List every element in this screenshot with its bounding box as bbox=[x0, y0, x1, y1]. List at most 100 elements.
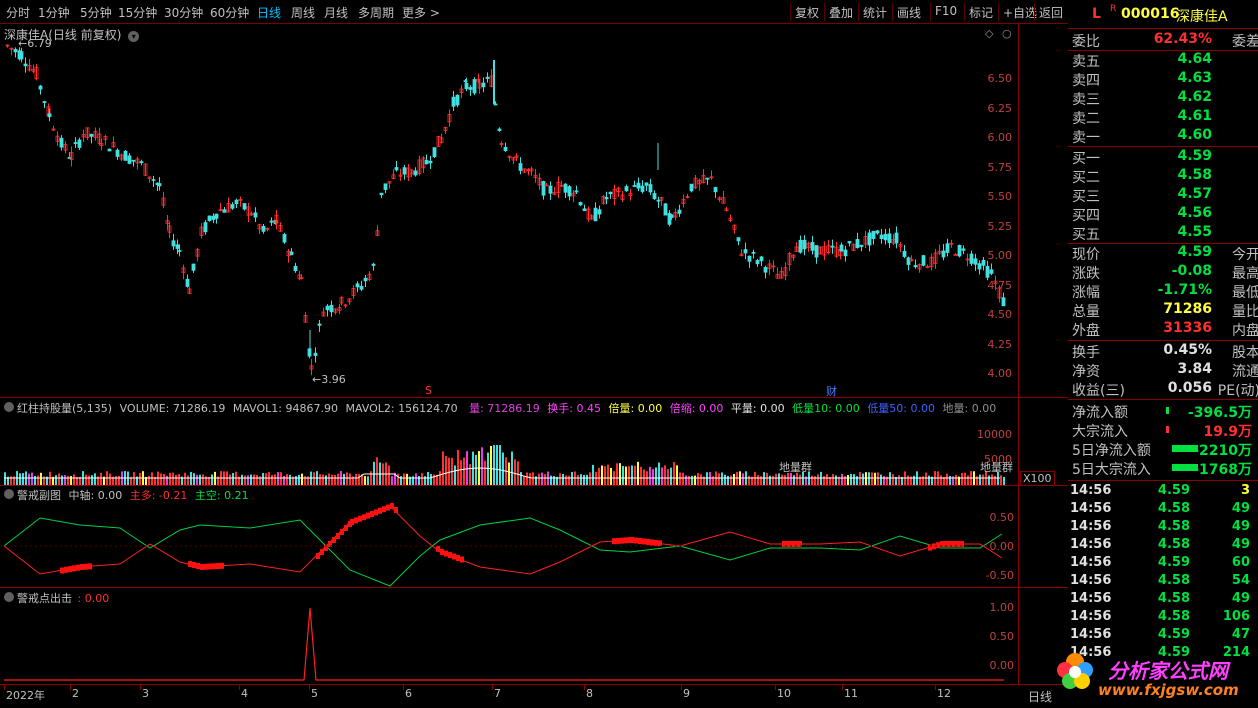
volume-bar bbox=[583, 474, 585, 485]
candle-body bbox=[894, 232, 899, 244]
zhuduo-block bbox=[646, 538, 650, 545]
volume-bar bbox=[832, 474, 834, 485]
mavol1-value: MAVOL1: 94867.90 bbox=[232, 402, 338, 415]
sub1-tick-0.5: 0.50 bbox=[989, 511, 1015, 524]
candle-body bbox=[503, 146, 508, 152]
zhuduo-block bbox=[220, 562, 224, 569]
candle-body bbox=[644, 182, 649, 186]
zhuduo-block bbox=[344, 525, 348, 531]
row-label: 换手 bbox=[1072, 345, 1100, 361]
watermark-flower-logo bbox=[1050, 640, 1100, 700]
volume-bar bbox=[664, 465, 666, 485]
volume-bar bbox=[328, 473, 330, 485]
x-axis-tick bbox=[775, 685, 776, 690]
tick-price: 4.58 bbox=[1157, 573, 1190, 588]
volume-bar bbox=[91, 475, 93, 485]
back-button[interactable]: 返回 bbox=[1034, 3, 1067, 21]
zhuduo-block bbox=[382, 506, 386, 513]
zhukong-line bbox=[3, 517, 1003, 587]
candle-body bbox=[455, 94, 460, 106]
divider bbox=[1068, 480, 1258, 481]
candle-body bbox=[656, 199, 661, 202]
stat-row: 现价 4.59 今开 bbox=[1072, 244, 1258, 263]
volume-bar bbox=[28, 473, 30, 485]
tick-volume: 49 bbox=[1231, 501, 1250, 516]
volume-bar bbox=[493, 445, 495, 485]
volume-bar bbox=[283, 476, 285, 485]
candle-body bbox=[567, 186, 572, 197]
volume-bar bbox=[781, 474, 783, 485]
zhuduo-block bbox=[394, 507, 398, 513]
row-value: 4.63 bbox=[1177, 70, 1212, 86]
candle-body bbox=[413, 170, 418, 176]
row-label: 涨跌 bbox=[1072, 266, 1100, 282]
volume-bar bbox=[247, 475, 249, 485]
tick-price: 4.58 bbox=[1157, 591, 1190, 606]
stock-name: 深康佳A bbox=[1176, 9, 1228, 25]
candle-body bbox=[578, 202, 583, 206]
weicha-label: 委差 bbox=[1232, 34, 1258, 50]
bid-row: 买五 4.55 bbox=[1072, 224, 1252, 243]
stat-row: 总量 71286 量比 bbox=[1072, 301, 1258, 320]
volume-bar bbox=[400, 476, 402, 485]
gear-icon[interactable] bbox=[4, 402, 14, 412]
zhukong-value: 主空: 0.21 bbox=[194, 489, 249, 502]
candle-body bbox=[424, 160, 429, 165]
volume-bar bbox=[274, 474, 276, 485]
flow-value: -2210万 bbox=[1193, 443, 1252, 459]
volume-bar bbox=[364, 476, 366, 485]
stat-row: 涨跌 -0.08 最高 bbox=[1072, 263, 1258, 282]
candle-body bbox=[203, 222, 208, 233]
row-label: 现价 bbox=[1072, 247, 1100, 263]
s-marker: S bbox=[425, 384, 432, 397]
volume-bar bbox=[148, 475, 150, 485]
x-axis-tick bbox=[70, 685, 71, 690]
volume-bar bbox=[754, 472, 756, 485]
volume-bar bbox=[874, 472, 876, 485]
volume-bar bbox=[553, 476, 555, 485]
volume-title: 红柱持股量(5,135) bbox=[17, 402, 113, 415]
volume-bar bbox=[160, 473, 162, 485]
tick-row: 14:56 4.58 49 bbox=[1070, 501, 1252, 519]
flow-row: 5日净流入额 -2210万 bbox=[1072, 440, 1252, 459]
volume-bar bbox=[295, 476, 297, 485]
row-value: 4.61 bbox=[1177, 108, 1212, 124]
x-axis-label: 11 bbox=[844, 687, 858, 700]
gear-icon[interactable] bbox=[4, 592, 14, 602]
volume-bar bbox=[289, 474, 291, 485]
volume-bar bbox=[826, 474, 828, 485]
volume-bar bbox=[949, 475, 951, 485]
volume-bar bbox=[991, 474, 993, 485]
volume-bar bbox=[322, 474, 324, 485]
volume-bar bbox=[862, 473, 864, 485]
candle-body bbox=[123, 150, 128, 161]
volume-bar bbox=[232, 473, 234, 485]
volume-bar bbox=[607, 464, 609, 485]
volume-bar bbox=[706, 472, 708, 485]
candle-body bbox=[253, 212, 258, 218]
volume-bar bbox=[877, 472, 879, 485]
volume-bar bbox=[541, 472, 543, 485]
volume-bar bbox=[367, 476, 369, 485]
volume-bar bbox=[514, 459, 516, 485]
volume-bar bbox=[37, 475, 39, 485]
gear-icon[interactable] bbox=[4, 489, 14, 499]
ask-row: 卖二 4.61 bbox=[1072, 108, 1252, 127]
candle-body bbox=[751, 251, 756, 254]
row-value: 4.55 bbox=[1177, 224, 1212, 240]
volume-bar bbox=[550, 475, 552, 485]
volume-bar bbox=[199, 474, 201, 485]
candle-body bbox=[798, 239, 803, 253]
candle-body bbox=[325, 305, 330, 311]
stat2-row: 净资 3.84 流通 bbox=[1072, 361, 1258, 380]
x-axis-tick bbox=[239, 685, 240, 690]
tick-volume: 49 bbox=[1231, 537, 1250, 552]
candle-body bbox=[359, 285, 364, 290]
zhuduo-block bbox=[354, 517, 358, 524]
candle-body bbox=[23, 63, 28, 67]
flow-value: -396.5万 bbox=[1187, 405, 1252, 421]
candle-body bbox=[961, 248, 966, 251]
sub2-tick-1: 1.00 bbox=[989, 601, 1015, 614]
candle-body bbox=[597, 209, 602, 215]
volume-bar bbox=[454, 465, 456, 485]
